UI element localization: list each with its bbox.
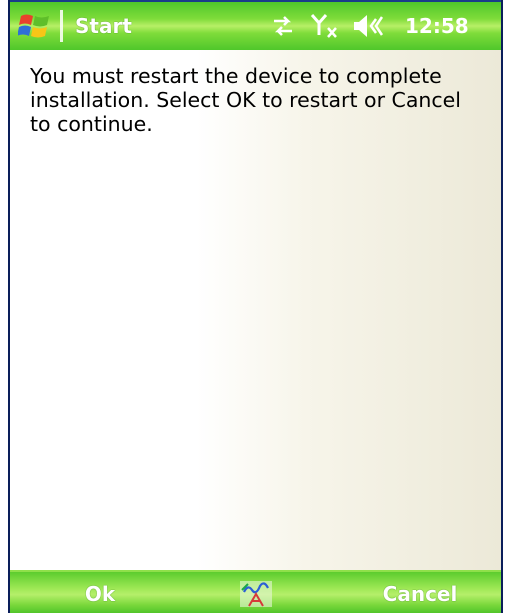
connectivity-icon[interactable]	[268, 11, 298, 41]
input-panel-icon[interactable]	[234, 578, 278, 610]
windows-logo-icon	[18, 14, 49, 38]
title-separator	[60, 10, 63, 42]
clock[interactable]: 12:58	[405, 14, 469, 38]
cancel-softkey[interactable]: Cancel	[350, 578, 490, 610]
device-screen: Start 12:58 You must restart the device …	[10, 0, 501, 613]
signal-off-icon[interactable]	[308, 11, 344, 41]
softkey-bar: Ok Cancel	[10, 570, 501, 613]
title-bar: Start 12:58	[10, 0, 501, 50]
speaker-icon[interactable]	[350, 11, 390, 41]
start-label: Start	[75, 14, 132, 38]
dialog-content: You must restart the device to complete …	[10, 50, 501, 570]
status-icons	[268, 10, 390, 42]
dialog-message: You must restart the device to complete …	[30, 64, 461, 136]
ok-softkey[interactable]: Ok	[50, 578, 150, 610]
start-button[interactable]: Start	[10, 2, 158, 50]
